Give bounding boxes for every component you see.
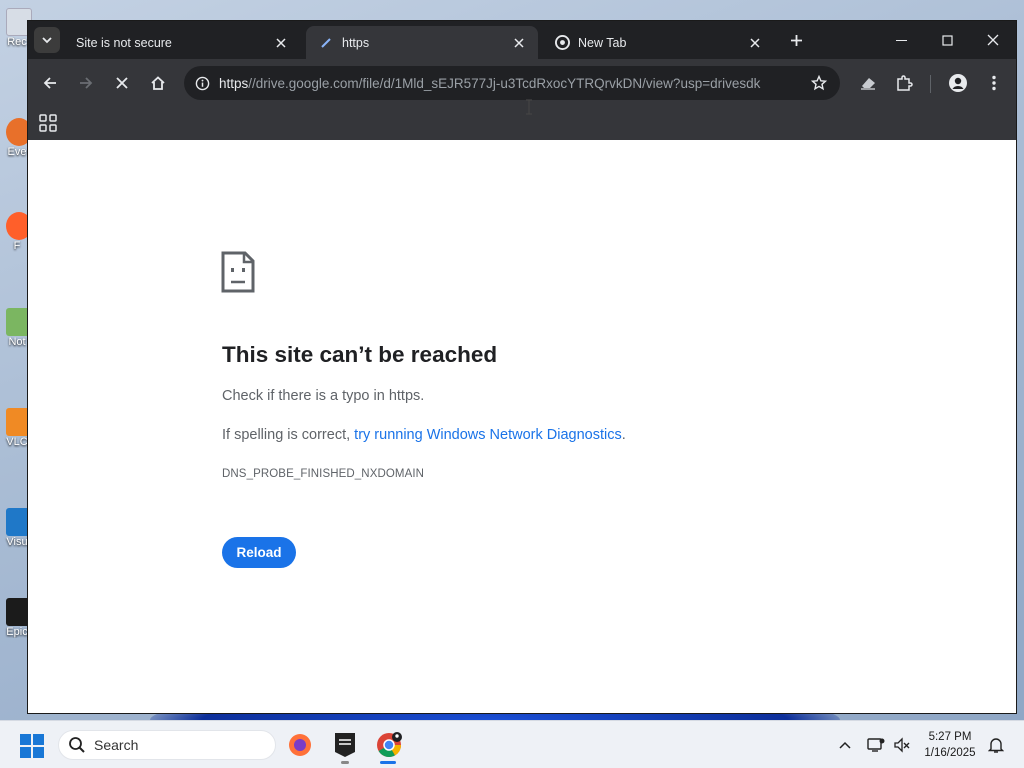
tab-title: Site is not secure	[76, 35, 172, 50]
network-icon	[867, 738, 885, 752]
address-bar[interactable]: https//drive.google.com/file/d/1Mld_sEJR…	[184, 66, 840, 100]
chevron-down-icon	[42, 37, 52, 44]
browser-toolbar: https//drive.google.com/file/d/1Mld_sEJR…	[28, 59, 1016, 107]
search-icon	[69, 737, 85, 753]
eraser-icon	[861, 78, 875, 90]
loading-icon	[318, 35, 334, 51]
bell-icon	[988, 738, 1004, 753]
plus-icon	[790, 34, 802, 46]
error-hint-diagnostics: If spelling is correct, try running Wind…	[222, 427, 626, 443]
chrome-icon	[554, 35, 570, 51]
running-indicator	[341, 761, 349, 764]
stop-button[interactable]	[108, 69, 136, 97]
apps-grid-icon[interactable]	[39, 114, 57, 132]
url-scheme: https	[219, 75, 249, 91]
windows-logo-icon	[33, 734, 44, 745]
taskbar: Search 5:27 PM 1/16/2025	[0, 720, 1024, 768]
minimize-button[interactable]	[878, 21, 924, 59]
tab-new-tab[interactable]: New Tab	[542, 26, 774, 59]
taskbar-firefox[interactable]	[286, 731, 314, 759]
firefox-icon	[289, 734, 311, 756]
tab-site-not-secure[interactable]: Site is not secure	[64, 26, 300, 59]
error-hint-typo: Check if there is a typo in https.	[222, 388, 425, 404]
bookmarks-bar	[28, 107, 1016, 140]
chrome-icon	[377, 732, 402, 758]
site-info-button[interactable]	[185, 66, 219, 100]
speaker-muted-icon	[894, 737, 910, 753]
tab-search-button[interactable]	[34, 27, 60, 53]
hint-prefix: If spelling is correct,	[222, 427, 355, 443]
url-text[interactable]: https//drive.google.com/file/d/1Mld_sEJR…	[219, 76, 802, 91]
clock-date: 1/16/2025	[924, 747, 976, 759]
bookmark-star-button[interactable]	[802, 66, 836, 100]
forward-button[interactable]	[72, 69, 100, 97]
tab-strip: Site is not secure https New Tab	[28, 21, 1016, 59]
tab-title: https	[342, 35, 370, 50]
error-code: DNS_PROBE_FINISHED_NXDOMAIN	[222, 468, 425, 480]
info-icon	[195, 76, 209, 90]
volume-tray-icon[interactable]	[892, 735, 912, 755]
network-diagnostics-link[interactable]: try running Windows Network Diagnostics	[354, 427, 622, 443]
close-tab-icon[interactable]	[746, 34, 764, 52]
eraser-extension-button[interactable]	[854, 69, 882, 97]
star-icon	[811, 75, 827, 91]
taskbar-search[interactable]: Search	[58, 730, 276, 760]
toolbar-separator	[930, 75, 931, 93]
clock-time: 5:27 PM	[928, 731, 972, 743]
start-button[interactable]	[20, 734, 44, 758]
close-tab-icon[interactable]	[510, 34, 528, 52]
minimize-icon	[895, 39, 907, 41]
show-hidden-icons-button[interactable]	[835, 735, 855, 755]
page-content: This site can’t be reached Check if ther…	[28, 140, 1016, 713]
network-tray-icon[interactable]	[866, 735, 886, 755]
sad-page-icon	[221, 251, 255, 293]
taskbar-chrome[interactable]	[375, 731, 403, 759]
puzzle-icon	[897, 75, 913, 91]
system-clock[interactable]: 5:27 PM 1/16/2025	[914, 729, 986, 761]
taskbar-epic-games[interactable]	[331, 731, 359, 759]
close-icon	[116, 77, 128, 89]
tab-title: New Tab	[578, 35, 627, 50]
reload-button[interactable]: Reload	[222, 537, 296, 568]
chevron-up-icon	[839, 741, 851, 749]
search-placeholder: Search	[94, 737, 139, 753]
windows-logo-icon	[33, 747, 44, 758]
active-indicator	[380, 761, 396, 764]
tab-https[interactable]: https	[306, 26, 538, 59]
notifications-button[interactable]	[986, 735, 1006, 755]
profile-button[interactable]	[944, 69, 972, 97]
kebab-menu-icon	[992, 75, 996, 91]
arrow-right-icon	[80, 77, 93, 89]
close-icon	[987, 34, 999, 46]
url-path: //drive.google.com/file/d/1Mld_sEJR577Jj…	[248, 75, 761, 91]
close-tab-icon[interactable]	[272, 34, 290, 52]
text-cursor-icon	[526, 99, 532, 115]
new-tab-button[interactable]	[786, 30, 806, 50]
epic-games-icon	[335, 733, 355, 757]
extensions-button[interactable]	[890, 69, 918, 97]
close-window-button[interactable]	[970, 21, 1016, 59]
arrow-left-icon	[43, 77, 56, 89]
menu-button[interactable]	[980, 69, 1008, 97]
back-button[interactable]	[36, 69, 64, 97]
error-title: This site can’t be reached	[222, 342, 498, 367]
browser-window: Site is not secure https New Tab https//…	[28, 21, 1016, 713]
home-button[interactable]	[144, 69, 172, 97]
maximize-icon	[941, 34, 953, 46]
profile-icon	[949, 74, 967, 92]
home-icon	[151, 76, 165, 90]
windows-logo-icon	[20, 747, 31, 758]
windows-logo-icon	[20, 734, 31, 745]
hint-suffix: .	[621, 427, 626, 443]
maximize-button[interactable]	[924, 21, 970, 59]
